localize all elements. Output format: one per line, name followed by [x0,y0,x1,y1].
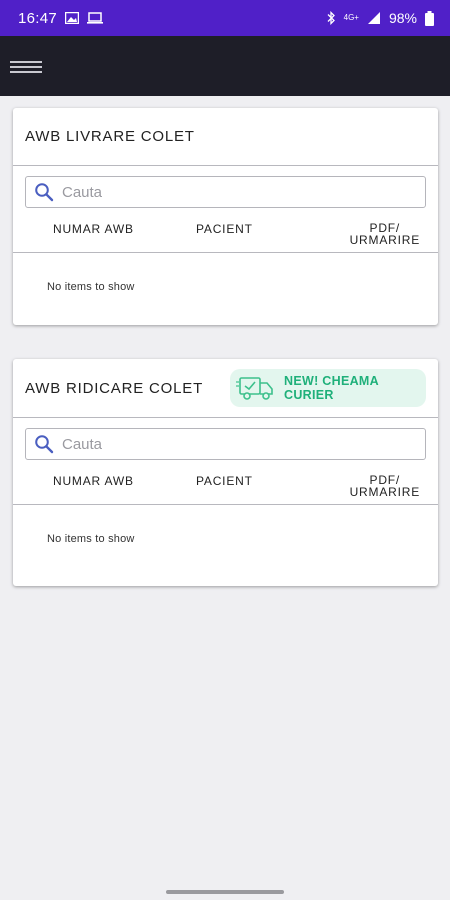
column-pdf-line2: URMARIRE [349,233,420,247]
search-icon [35,435,54,454]
livrare-empty-message: No items to show [47,281,135,293]
promo-text: NEW! CHEAMA CURIER [284,374,379,402]
hamburger-menu-icon[interactable] [10,56,44,78]
column-pacient[interactable]: PACIENT [196,222,253,236]
laptop-icon [87,12,104,24]
column-pacient[interactable]: PACIENT [196,474,253,488]
promo-line1: NEW! CHEAMA [284,374,379,388]
network-type: 4G+ [343,13,359,22]
cheama-curier-button[interactable]: NEW! CHEAMA CURIER [230,369,426,407]
home-indicator[interactable] [166,890,284,894]
status-bar: 16:47 4G+ 98% [0,0,450,36]
battery-icon [425,10,434,26]
column-pdf-urmarire[interactable]: PDF/ URMARIRE [350,222,420,246]
promo-line2: CURIER [284,388,334,402]
column-numar-awb[interactable]: NUMAR AWB [53,474,134,488]
ridicare-search-wrap [13,418,438,460]
livrare-search-box[interactable] [25,176,426,208]
ridicare-empty-message: No items to show [47,533,135,545]
column-pdf-line2: URMARIRE [349,485,420,499]
ridicare-table-header: NUMAR AWB PACIENT PDF/ URMARIRE [13,460,438,505]
battery-percent: 98% [388,10,417,26]
ridicare-search-box[interactable] [25,428,426,460]
livrare-title: AWB LIVRARE COLET [25,128,195,145]
column-pdf-urmarire[interactable]: PDF/ URMARIRE [350,474,420,498]
delivery-truck-icon [236,377,273,400]
ridicare-card-header: AWB RIDICARE COLET NEW! CHEAMA CURIER [13,359,438,418]
livrare-search-wrap [13,166,438,208]
app-bar [0,36,450,96]
status-left: 16:47 [18,9,104,27]
ridicare-search-input[interactable] [62,435,417,453]
ridicare-title: AWB RIDICARE COLET [25,379,204,397]
ridicare-card: AWB RIDICARE COLET NEW! CHEAMA CURIER Ca… [13,359,438,586]
livrare-card: AWB LIVRARE COLET NUMAR AWB PACIENT PDF/… [13,108,438,325]
bluetooth-icon [327,11,335,25]
search-icon [35,183,54,202]
column-numar-awb[interactable]: NUMAR AWB [53,222,134,236]
status-right: 4G+ 98% [326,10,434,26]
livrare-table-header: NUMAR AWB PACIENT PDF/ URMARIRE [13,208,438,253]
signal-icon [367,12,380,24]
image-icon [65,12,80,24]
livrare-search-input[interactable] [62,183,417,201]
status-time: 16:47 [18,9,58,27]
livrare-card-header: AWB LIVRARE COLET [13,108,438,166]
